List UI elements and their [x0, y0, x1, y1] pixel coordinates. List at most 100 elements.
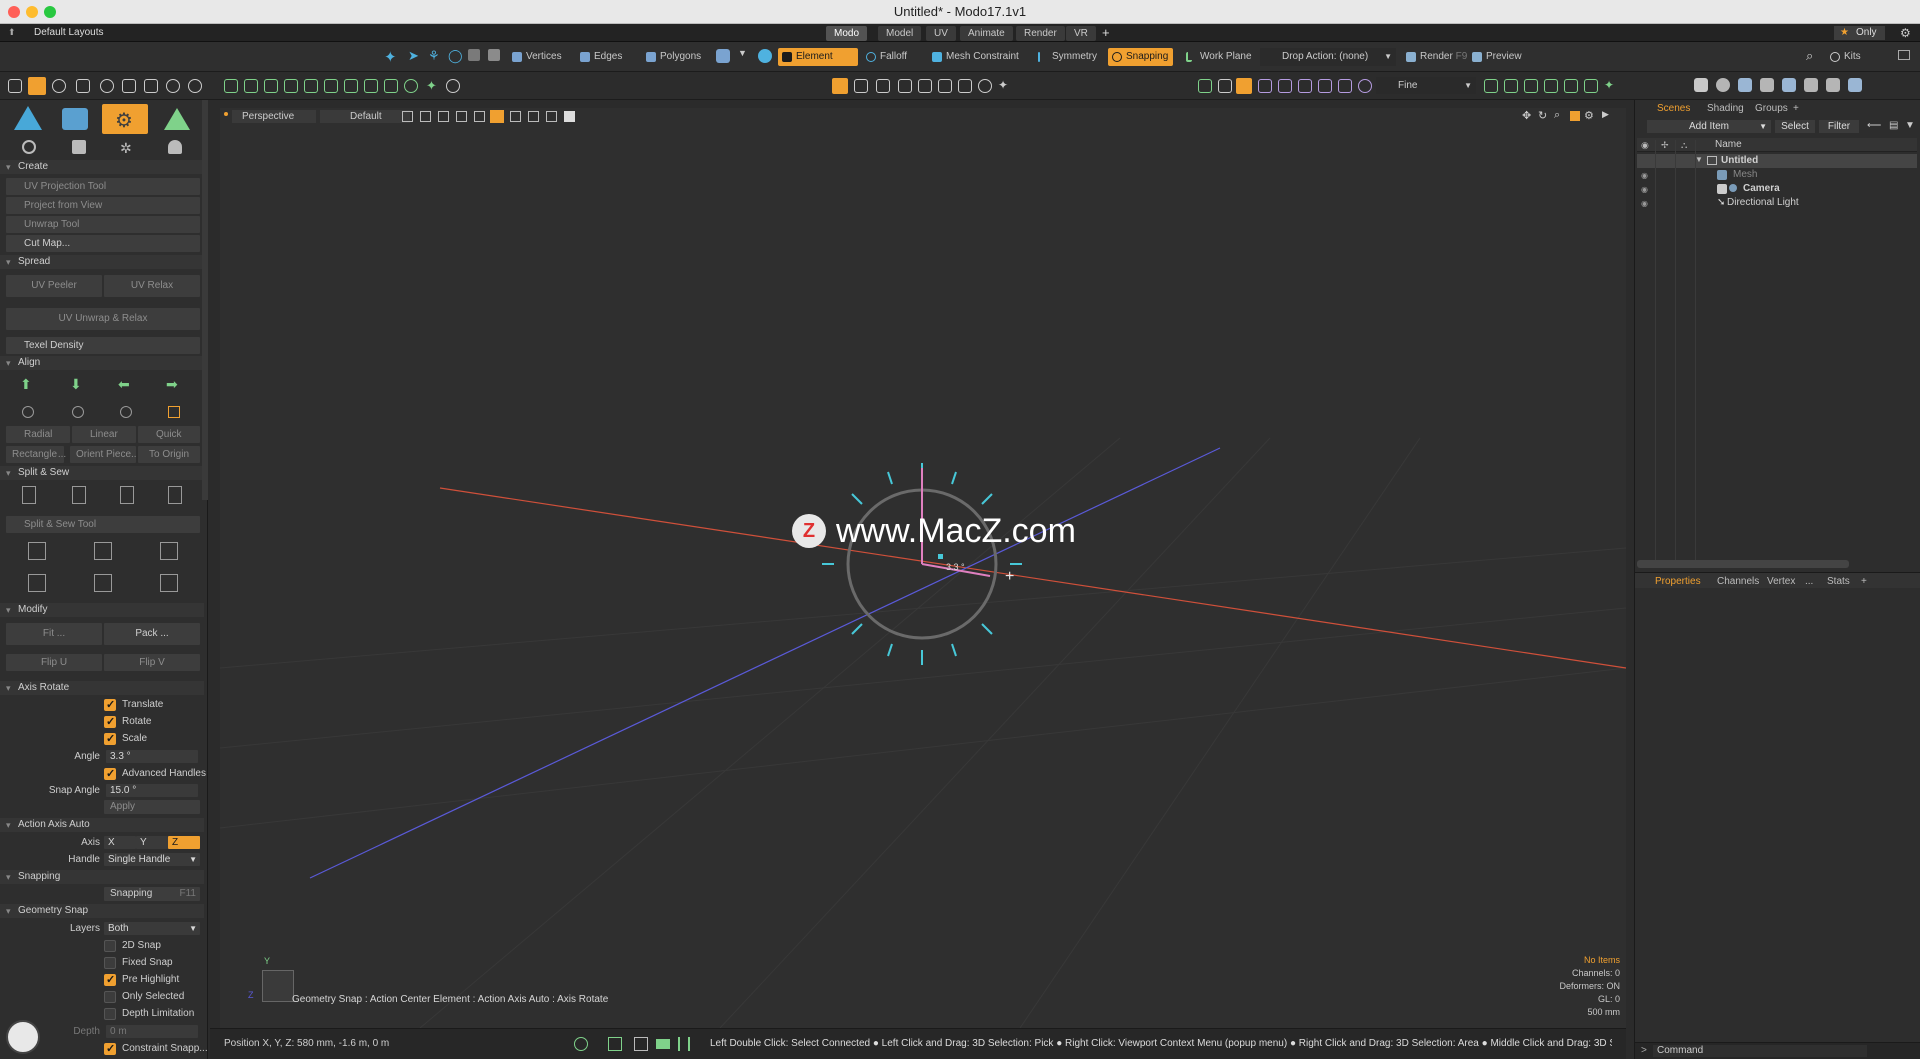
orient-piece-button[interactable]: Orient Piece...	[70, 446, 136, 463]
trash-icon[interactable]: ▤	[1889, 120, 1898, 131]
pre-highlight-checkbox[interactable]	[104, 973, 116, 986]
apply-button[interactable]: Apply	[104, 800, 200, 814]
person-icon[interactable]: ✦	[384, 48, 397, 66]
uv-projection-tool-button[interactable]: UV Projection Tool	[6, 178, 200, 195]
depth-field[interactable]: 0 m	[106, 1025, 198, 1038]
scene-mesh-icon[interactable]	[1738, 78, 1752, 92]
snap-status-icon[interactable]	[608, 1037, 622, 1051]
tab-animate[interactable]: Animate	[960, 26, 1013, 41]
add-icon[interactable]: ✦	[426, 78, 437, 94]
mesh-constraint-toggle[interactable]: Mesh Constraint	[928, 48, 1024, 66]
section-align[interactable]: Align	[0, 356, 204, 370]
constraint-snap-checkbox[interactable]	[104, 1042, 116, 1055]
kits-button[interactable]: Kits	[1826, 48, 1866, 66]
uv-scale-icon[interactable]	[876, 79, 890, 93]
arc-icon[interactable]	[510, 111, 521, 122]
auto-select-icon[interactable]	[758, 49, 772, 63]
close-window-button[interactable]	[8, 6, 20, 18]
uv-move-icon[interactable]	[854, 79, 868, 93]
collapse-icon[interactable]: ⟵	[1867, 120, 1881, 131]
viewport-gear-icon[interactable]: ⚙	[1584, 109, 1594, 122]
only-selected-checkbox[interactable]	[104, 991, 116, 1003]
tree-row[interactable]: ◉ ➘ Directional Light	[1637, 196, 1917, 210]
uv-relax-button[interactable]: UV Relax	[104, 275, 200, 297]
snap-pointer-icon[interactable]	[1198, 79, 1212, 93]
active-overlay-icon[interactable]	[490, 110, 504, 123]
sew-edge-icon[interactable]	[168, 486, 182, 504]
left-panel-scrollbar[interactable]	[202, 100, 208, 500]
fit-button[interactable]: Fit ...	[6, 623, 102, 645]
snapping-button[interactable]: Snapping F11	[104, 887, 200, 901]
quick-button[interactable]: Quick	[138, 426, 200, 443]
pack-button[interactable]: Pack ...	[104, 623, 200, 645]
texel-density-button[interactable]: Texel Density	[6, 337, 200, 354]
clip-icon[interactable]	[634, 1037, 648, 1051]
scene-instance-icon[interactable]	[1782, 78, 1796, 92]
uv-flip-icon[interactable]	[918, 79, 932, 93]
pan-icon[interactable]: ✥	[1522, 109, 1531, 122]
select-button[interactable]: Select	[1775, 120, 1815, 133]
stitch-move-icon[interactable]	[94, 542, 112, 560]
uv-add-icon[interactable]: ✦	[998, 78, 1008, 92]
box-icon[interactable]	[284, 79, 298, 93]
handle-select[interactable]: Single Handle ▼	[104, 853, 200, 866]
uv-zoom-icon[interactable]	[978, 79, 992, 93]
tab-render[interactable]: Render	[1016, 26, 1065, 41]
tree-item-mesh[interactable]: Mesh	[1733, 168, 1757, 181]
scale-checkbox[interactable]	[104, 732, 116, 745]
project-from-view-button[interactable]: Project from View	[6, 197, 200, 214]
checker-icon[interactable]	[402, 111, 413, 122]
name-column-header[interactable]: Name	[1715, 139, 1742, 150]
uv-peeler-button[interactable]: UV Peeler	[6, 275, 102, 297]
polygon-center-snap-icon[interactable]	[1318, 79, 1332, 93]
link-header-icon[interactable]: ⛬	[1681, 140, 1687, 151]
split-sew-tool-button[interactable]: Split & Sew Tool	[6, 516, 200, 533]
shading-select[interactable]: Default	[320, 110, 410, 123]
uv-gear-tool-icon[interactable]: ⚙	[102, 104, 148, 134]
item-mode-icon[interactable]	[468, 49, 480, 61]
rotate-ccw-icon[interactable]	[22, 406, 34, 418]
tab-stats[interactable]: Stats	[1819, 575, 1858, 589]
align-left-icon[interactable]: ⬅	[118, 376, 130, 393]
avatar[interactable]	[6, 1020, 40, 1054]
axis-z-button[interactable]: Z	[168, 836, 200, 849]
uv-hand-icon[interactable]	[168, 140, 182, 154]
tab-shading[interactable]: Shading	[1699, 102, 1752, 116]
visibility-icon[interactable]: ◉	[1641, 185, 1648, 194]
section-snapping[interactable]: Snapping	[0, 870, 204, 884]
2d-snap-checkbox[interactable]	[104, 940, 116, 952]
tab-scenes[interactable]: Scenes	[1649, 102, 1698, 116]
viewport-menu-icon[interactable]: ▶	[1602, 109, 1609, 120]
quality-select[interactable]: Fine ▼	[1376, 77, 1476, 94]
search-zoom-icon[interactable]	[166, 79, 180, 93]
visibility-icon[interactable]: ◉	[1641, 171, 1648, 180]
section-create[interactable]: Create	[0, 160, 204, 174]
material-mode-icon[interactable]	[716, 49, 730, 63]
visibility-header-icon[interactable]: ◉	[1641, 140, 1649, 151]
cube-green-icon[interactable]	[224, 79, 238, 93]
uv-unwrap-relax-button[interactable]: UV Unwrap & Relax	[6, 308, 200, 330]
angle-field[interactable]: 3.3 °	[106, 750, 198, 763]
cube-icon[interactable]	[8, 79, 22, 93]
fixed-snap-checkbox[interactable]	[104, 957, 116, 969]
link-icon[interactable]	[1584, 79, 1598, 93]
only-toggle[interactable]: ★ Only	[1834, 26, 1885, 40]
section-geometry-snap[interactable]: Geometry Snap	[0, 904, 204, 918]
unstitch-move-icon[interactable]	[94, 574, 112, 592]
pause-icon[interactable]	[678, 1037, 690, 1051]
pivot-snap-icon[interactable]	[1338, 79, 1352, 93]
visibility-icon[interactable]: ◉	[1641, 199, 1648, 208]
edges-mode-button[interactable]: Edges	[576, 48, 627, 66]
zoom-view-icon[interactable]: ⌕	[1554, 109, 1560, 122]
gear-icon[interactable]: ⚙	[1900, 26, 1911, 40]
pin-icon[interactable]	[546, 111, 557, 122]
add-prop-tab-button[interactable]: +	[1853, 575, 1875, 589]
mesh-icon[interactable]	[1504, 79, 1518, 93]
transform-icon[interactable]	[324, 79, 338, 93]
image-icon[interactable]	[1544, 79, 1558, 93]
add-tab-button[interactable]: +	[1102, 25, 1110, 40]
bug-icon[interactable]	[122, 79, 136, 93]
uv-select-icon[interactable]	[832, 78, 848, 94]
uv-primitive-icon[interactable]	[14, 106, 42, 130]
scene-brush-icon[interactable]	[1804, 78, 1818, 92]
